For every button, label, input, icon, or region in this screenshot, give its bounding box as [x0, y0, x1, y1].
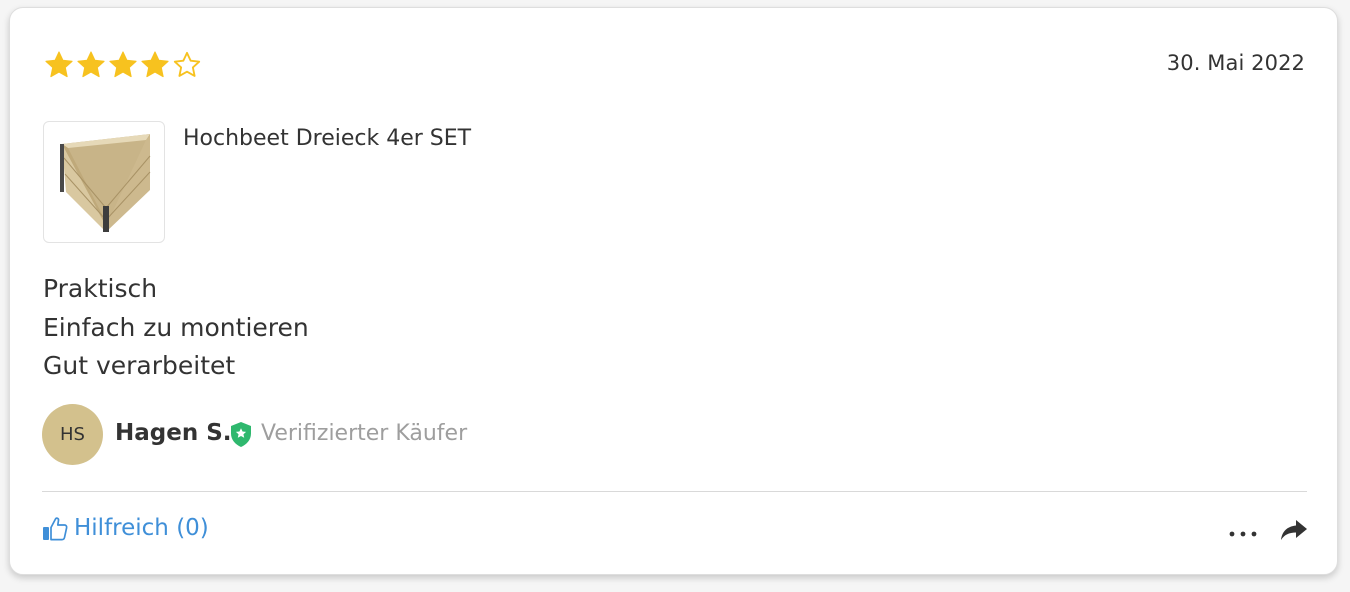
star-filled-icon — [77, 51, 105, 78]
product-image[interactable] — [43, 121, 165, 243]
product-name[interactable]: Hochbeet Dreieck 4er SET — [183, 126, 471, 151]
star-filled-icon — [141, 51, 169, 78]
review-text-line: Einfach zu montieren — [43, 312, 309, 342]
review-card: 30. Mai 2022 Hochbeet Dreieck 4er SET Pr… — [9, 7, 1338, 575]
verified-shield-icon — [231, 422, 251, 447]
star-filled-icon — [109, 51, 137, 78]
author-name: Hagen S. — [115, 420, 232, 446]
review-text-line: Gut verarbeitet — [43, 351, 236, 380]
star-empty-icon — [173, 51, 201, 77]
review-date: 30. Mai 2022 — [1166, 51, 1305, 75]
more-dots-icon[interactable] — [1228, 530, 1258, 538]
review-text: Praktisch Einfach zu montieren Gut verar… — [43, 270, 309, 386]
thumbs-up-icon — [43, 516, 68, 540]
helpful-button[interactable]: Hilfreich (0) — [42, 515, 209, 541]
verified-buyer-label: Verifizierter Käufer — [261, 421, 468, 446]
star-rating — [43, 49, 203, 81]
helpful-label: Hilfreich (0) — [74, 515, 209, 541]
star-filled-icon — [45, 51, 73, 78]
review-text-line: Praktisch — [43, 274, 158, 303]
share-arrow-icon[interactable] — [1279, 518, 1309, 542]
triangular-raised-bed-image — [60, 134, 151, 232]
avatar: HS — [42, 404, 103, 465]
divider — [42, 491, 1307, 492]
